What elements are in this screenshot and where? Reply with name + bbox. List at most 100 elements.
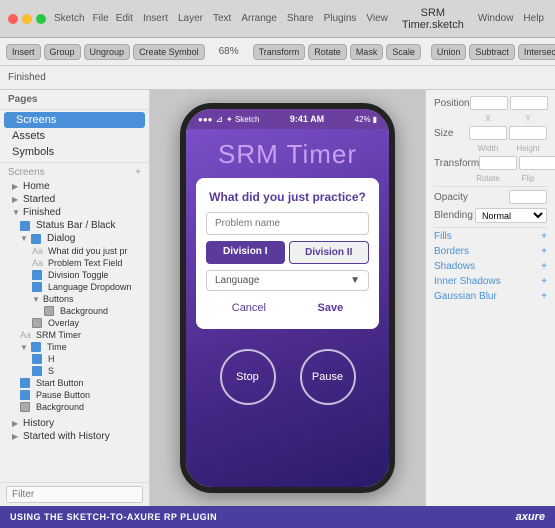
menu-share[interactable]: Share: [287, 13, 314, 24]
tree-item-label: Background: [36, 402, 84, 412]
fills-label[interactable]: Fills: [434, 231, 452, 242]
stop-button[interactable]: Stop: [220, 349, 276, 405]
tree-item-background[interactable]: Background: [0, 305, 149, 317]
menu-view[interactable]: View: [366, 13, 388, 24]
save-button[interactable]: Save: [302, 299, 360, 317]
size-row: Size: [434, 126, 547, 140]
menu-file[interactable]: File: [93, 13, 109, 24]
tree-item-srm-timer[interactable]: Aa SRM Timer: [0, 329, 149, 341]
height-field[interactable]: [509, 126, 547, 140]
tree-item-overlay[interactable]: Overlay: [0, 317, 149, 329]
phone-status-bar: ●●● ⊿ ✦ Sketch 9:41 AM 42% ▮: [186, 109, 389, 129]
width-field[interactable]: [469, 126, 507, 140]
borders-label[interactable]: Borders: [434, 246, 469, 257]
tree-item-time[interactable]: ▼ Time: [0, 341, 149, 353]
shadows-label[interactable]: Shadows: [434, 261, 475, 272]
rotate-label: Rotate: [469, 174, 507, 183]
close-button[interactable]: [8, 14, 18, 24]
tree-item-what-practice[interactable]: Aa What did you just pr: [0, 245, 149, 257]
screens-add-icon[interactable]: +: [135, 167, 141, 178]
tree-item-pause-button[interactable]: Pause Button: [0, 389, 149, 401]
menu-plugins[interactable]: Plugins: [324, 13, 357, 24]
problem-name-input[interactable]: [206, 212, 369, 235]
menu-help[interactable]: Help: [523, 13, 544, 24]
menu-insert[interactable]: Insert: [143, 13, 168, 24]
gaussian-blur-add-icon[interactable]: +: [541, 291, 547, 302]
create-symbol-button[interactable]: Create Symbol: [133, 44, 205, 60]
shadows-add-icon[interactable]: +: [541, 261, 547, 272]
tree-item-status-bar[interactable]: Status Bar / Black: [0, 219, 149, 232]
status-battery: 42% ▮: [355, 115, 377, 124]
page-item-screens[interactable]: Screens: [4, 112, 145, 128]
scale-button[interactable]: Scale: [386, 44, 421, 60]
menu-text[interactable]: Text: [213, 13, 231, 24]
rotate-button[interactable]: Rotate: [308, 44, 347, 60]
pause-button[interactable]: Pause: [300, 349, 356, 405]
blending-select[interactable]: Normal: [475, 208, 547, 223]
tree-item-finished[interactable]: ▼ Finished: [0, 206, 149, 219]
tree-item-dialog[interactable]: ▼ Dialog: [0, 232, 149, 245]
gaussian-blur-label[interactable]: Gaussian Blur: [434, 291, 497, 302]
tree-item-history[interactable]: ▶ History: [0, 417, 149, 430]
inner-shadows-add-icon[interactable]: +: [541, 276, 547, 287]
tree-item-label: Start Button: [36, 378, 84, 388]
fills-add-icon[interactable]: +: [541, 231, 547, 242]
tree-item-started-history[interactable]: ▶ Started with History: [0, 430, 149, 443]
layer-icon: [31, 342, 41, 352]
tree-item-started[interactable]: ▶ Started: [0, 193, 149, 206]
transform-button[interactable]: Transform: [253, 44, 306, 60]
inner-shadows-label[interactable]: Inner Shadows: [434, 276, 501, 287]
dialog-box: What did you just practice? Division I D…: [196, 178, 379, 329]
tree-item-s[interactable]: S: [0, 365, 149, 377]
tree-item-background2[interactable]: Background: [0, 401, 149, 413]
division-1-button[interactable]: Division I: [206, 241, 285, 264]
tree-item-label: Started: [23, 194, 55, 205]
arrow-icon: ▼: [12, 208, 20, 217]
union-button[interactable]: Union: [431, 44, 467, 60]
y-field[interactable]: [510, 96, 548, 110]
x-field[interactable]: [470, 96, 508, 110]
flip-field[interactable]: [519, 156, 555, 170]
tree-item-problem-text-field[interactable]: Aa Problem Text Field: [0, 257, 149, 269]
maximize-button[interactable]: [36, 14, 46, 24]
status-signal: ●●● ⊿ ✦ Sketch: [198, 114, 259, 125]
page-item-symbols[interactable]: Symbols: [0, 144, 149, 160]
menu-layer[interactable]: Layer: [178, 13, 203, 24]
tree-item-language-dropdown[interactable]: Language Dropdown: [0, 281, 149, 293]
tree-item-label: History: [23, 418, 54, 429]
tree-item-home[interactable]: ▶ Home: [0, 180, 149, 193]
cancel-button[interactable]: Cancel: [216, 299, 282, 317]
language-dropdown[interactable]: Language ▼: [206, 270, 369, 291]
menu-arrange[interactable]: Arrange: [241, 13, 277, 24]
tree-item-division-toggle[interactable]: Division Toggle: [0, 269, 149, 281]
battery-percentage: 42%: [355, 115, 371, 124]
menu-edit[interactable]: Edit: [116, 13, 133, 24]
tree-item-buttons[interactable]: ▼ Buttons: [0, 293, 149, 305]
opacity-field[interactable]: [509, 190, 547, 204]
rotate-field[interactable]: [479, 156, 517, 170]
sidebar: Pages Screens Assets Symbols Screens + ▶…: [0, 90, 150, 506]
division-2-button[interactable]: Division II: [289, 241, 370, 264]
menu-window[interactable]: Window: [478, 13, 514, 24]
intersect-button[interactable]: Intersect: [518, 44, 555, 60]
arrow-icon: ▶: [12, 419, 20, 428]
minimize-button[interactable]: [22, 14, 32, 24]
tree-item-label: Dialog: [47, 233, 75, 244]
filter-input[interactable]: [6, 486, 143, 503]
tree-item-label: Finished: [23, 207, 61, 218]
size-fields: [469, 126, 547, 140]
tree-item-label: Buttons: [43, 294, 74, 304]
group-button[interactable]: Group: [44, 44, 81, 60]
wh-labels: Width Height: [434, 144, 547, 153]
mask-button[interactable]: Mask: [350, 44, 384, 60]
tree-item-label: Time: [47, 342, 67, 352]
ungroup-button[interactable]: Ungroup: [84, 44, 131, 60]
flip-label: Flip: [509, 174, 547, 183]
insert-button[interactable]: Insert: [6, 44, 41, 60]
page-item-assets[interactable]: Assets: [0, 128, 149, 144]
tree-item-h[interactable]: H: [0, 353, 149, 365]
borders-add-icon[interactable]: +: [541, 246, 547, 257]
tree-item-start-button[interactable]: Start Button: [0, 377, 149, 389]
subtract-button[interactable]: Subtract: [469, 44, 515, 60]
pages-header: Pages: [0, 90, 149, 110]
